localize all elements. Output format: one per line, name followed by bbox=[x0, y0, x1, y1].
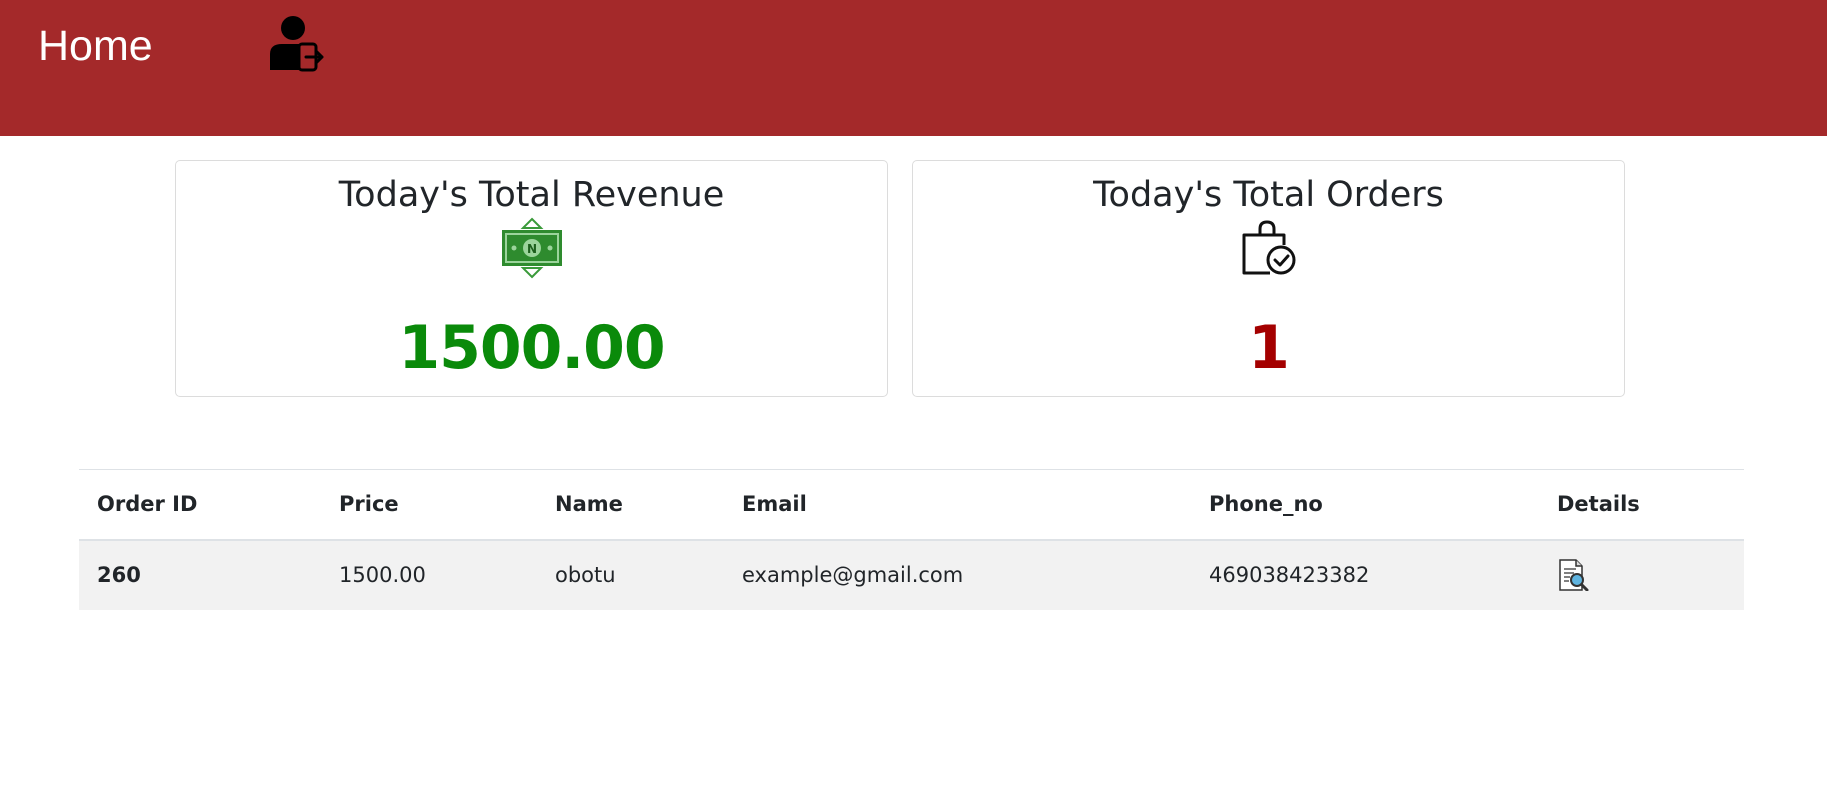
details-cell bbox=[1539, 540, 1744, 610]
revenue-value: 1500.00 bbox=[398, 313, 665, 383]
order-id-cell: 260 bbox=[97, 563, 141, 587]
shopping-bag-check-icon bbox=[1242, 220, 1295, 275]
user-logout-icon[interactable] bbox=[266, 14, 326, 72]
phone-cell: 469038423382 bbox=[1209, 563, 1370, 587]
orders-table: Order ID Price Name Email Phone_no Detai… bbox=[79, 469, 1744, 610]
page-title[interactable]: Home bbox=[38, 22, 153, 71]
orders-value: 1 bbox=[1248, 313, 1290, 383]
table-row: 260 1500.00 obotu example@gmail.com 4690… bbox=[79, 539, 1744, 610]
email-cell: example@gmail.com bbox=[742, 563, 964, 587]
column-header-name: Name bbox=[555, 492, 623, 517]
revenue-card: Today's Total Revenue N 1500.00 bbox=[175, 160, 888, 397]
document-search-icon[interactable] bbox=[1557, 559, 1589, 591]
name-cell: obotu bbox=[555, 563, 616, 587]
column-header-email: Email bbox=[742, 492, 807, 517]
orders-card-title: Today's Total Orders bbox=[1093, 175, 1444, 215]
column-header-details: Details bbox=[1557, 492, 1640, 517]
orders-card: Today's Total Orders 1 bbox=[912, 160, 1625, 397]
column-header-order-id: Order ID bbox=[97, 492, 198, 517]
column-header-price: Price bbox=[339, 492, 399, 517]
column-header-phone: Phone_no bbox=[1209, 492, 1323, 517]
svg-text:N: N bbox=[526, 242, 536, 256]
revenue-card-title: Today's Total Revenue bbox=[338, 175, 725, 215]
table-header-row: Order ID Price Name Email Phone_no Detai… bbox=[79, 469, 1744, 540]
top-navbar: Home bbox=[0, 0, 1827, 136]
naira-banknote-icon: N bbox=[501, 217, 562, 279]
price-cell: 1500.00 bbox=[339, 563, 426, 587]
